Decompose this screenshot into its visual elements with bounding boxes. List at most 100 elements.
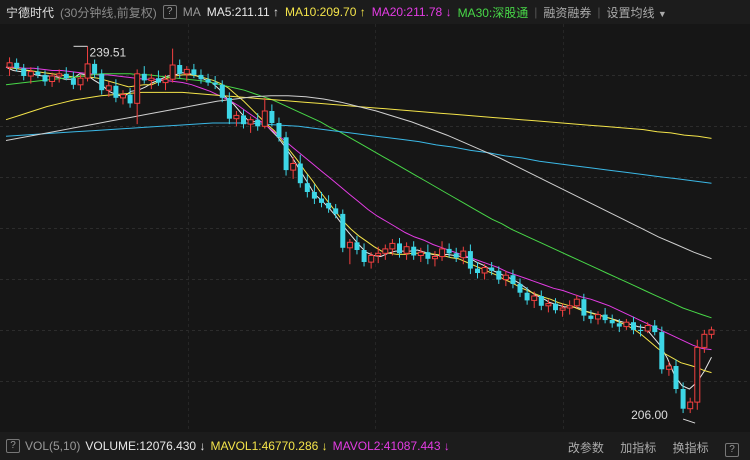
candle <box>652 320 658 336</box>
add-indicator-button[interactable]: 加指标 <box>620 441 656 455</box>
candle-body <box>425 252 431 259</box>
margin-trading-button[interactable]: 融资融券 <box>543 4 591 21</box>
candle-body <box>382 248 389 254</box>
candle-body <box>545 303 552 307</box>
candle-body <box>333 208 339 214</box>
ma-line-ma250 <box>5 95 712 260</box>
candle <box>77 74 84 91</box>
ma-line-ma120 <box>5 122 712 184</box>
candle-body <box>517 283 523 293</box>
candle <box>340 209 346 253</box>
stock-name: 宁德时代 <box>6 5 55 20</box>
candle-body <box>141 73 147 81</box>
candle-body <box>531 295 538 301</box>
candle <box>609 314 615 328</box>
candle-body <box>581 299 587 316</box>
candle-body <box>510 275 516 284</box>
annotations: 239.51 206.00 <box>73 45 696 424</box>
candle-body <box>687 401 694 410</box>
candle <box>368 252 375 269</box>
candle <box>417 247 424 263</box>
candle <box>346 239 353 265</box>
ma10-arrow-icon: ↑ <box>359 5 366 19</box>
footer-help-icon[interactable]: ? <box>725 443 739 457</box>
volume-indicator-bar: ? VOL(5,10) VOLUME:12076.430 ↓ MAVOL1:46… <box>0 432 750 460</box>
candle-body <box>489 267 495 271</box>
candle <box>708 326 715 339</box>
ma30-value: MA30:深股通 <box>457 5 529 20</box>
candle-body <box>134 73 141 104</box>
candle-body <box>573 298 580 307</box>
candle <box>21 63 27 81</box>
candle <box>595 311 601 325</box>
ma5-arrow-icon: ↑ <box>272 5 279 19</box>
candle-body <box>162 78 169 84</box>
candle <box>665 361 672 376</box>
candle <box>35 66 41 79</box>
mavol2-value: MAVOL2:41087.443 ↓ <box>332 439 450 453</box>
candle-body <box>432 256 438 260</box>
ma-line-ma20 <box>6 66 712 351</box>
candle-body <box>524 292 530 301</box>
candle <box>156 70 161 86</box>
candle-body <box>233 114 240 120</box>
candle <box>311 184 317 205</box>
candle <box>375 246 382 264</box>
candle <box>517 278 523 298</box>
low-marker <box>682 418 696 424</box>
candle <box>361 243 367 267</box>
candle-body <box>120 94 126 99</box>
candle <box>261 97 268 129</box>
candlestick-chart[interactable]: 239.51 206.00 <box>0 24 750 432</box>
candle <box>623 318 630 330</box>
indicator-actions: 改参数 加指标 换指标 ? <box>560 439 744 457</box>
ma20-arrow-icon: ↓ <box>445 5 452 19</box>
candle <box>467 244 473 275</box>
candle-body <box>346 241 353 249</box>
ma10-value: MA10:209.70 ↑ <box>284 5 366 19</box>
volume-help-icon[interactable]: ? <box>6 439 20 453</box>
candle-body <box>354 242 360 250</box>
volume-indicator-name: VOL(5,10) <box>25 439 81 453</box>
candle-body <box>475 268 480 273</box>
candle-body <box>290 163 297 171</box>
switch-indicator-button[interactable]: 换指标 <box>673 441 709 455</box>
candle-body <box>389 242 396 250</box>
candle <box>120 90 126 105</box>
edit-params-button[interactable]: 改参数 <box>568 441 604 455</box>
candle-body <box>191 69 197 75</box>
candle <box>49 72 56 87</box>
candle <box>283 131 289 176</box>
candle-body <box>453 253 459 258</box>
candle-body <box>177 65 183 74</box>
candle-body <box>566 305 573 309</box>
candle-body <box>694 346 701 403</box>
candle <box>446 243 452 258</box>
candle-body <box>212 82 218 85</box>
candle-body <box>616 323 622 327</box>
candle <box>70 71 76 90</box>
help-icon[interactable]: ? <box>162 5 177 19</box>
candle <box>382 244 389 260</box>
candle-body <box>701 333 708 348</box>
candle-body <box>84 63 91 79</box>
candle-body <box>113 85 119 98</box>
candle-body <box>99 73 105 91</box>
candle-body <box>247 119 254 125</box>
ma-settings-button[interactable]: 设置均线 ▼ <box>607 4 667 21</box>
candle-body <box>644 325 651 332</box>
candle-body <box>127 94 133 104</box>
chevron-down-icon: ▼ <box>657 8 667 19</box>
ma-line-ma30 <box>5 73 712 319</box>
candle-body <box>92 63 98 74</box>
candle-body <box>226 97 232 119</box>
chart-header: 宁德时代 (30分钟线,前复权) ? MA MA5:211.11 ↑ MA10:… <box>0 0 750 24</box>
candle-body <box>375 252 382 257</box>
candle <box>14 58 20 72</box>
candle-body <box>397 243 402 254</box>
candle-body <box>652 325 658 333</box>
candle-body <box>205 79 211 83</box>
candle <box>269 104 275 127</box>
candle <box>56 69 63 83</box>
candle-body <box>49 75 56 82</box>
